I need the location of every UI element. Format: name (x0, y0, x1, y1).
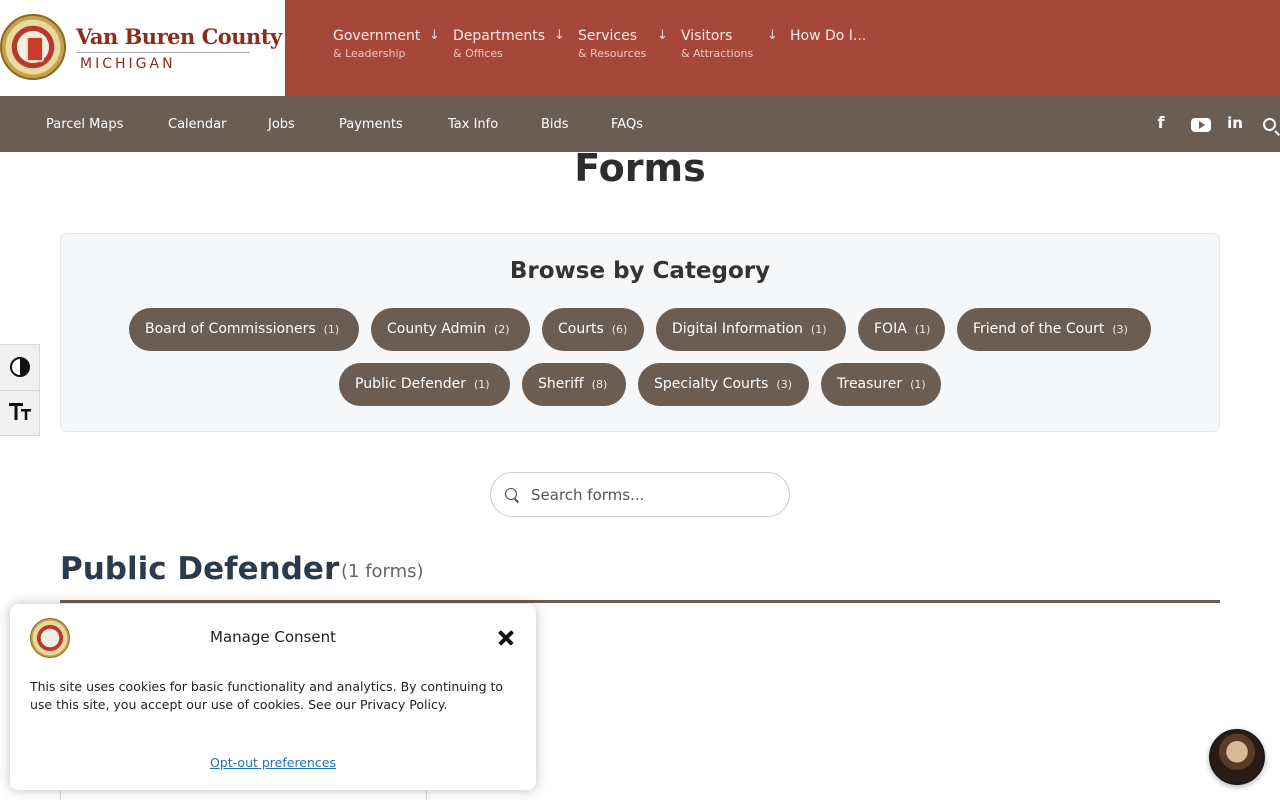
section-count: (1 forms) (341, 561, 424, 582)
category-label: County Admin (387, 321, 486, 337)
chat-avatar-button[interactable] (1209, 729, 1265, 785)
nav-label: How Do I... (790, 28, 867, 44)
logo-divider (76, 52, 250, 53)
youtube-icon[interactable] (1191, 118, 1211, 132)
category-count: (1) (323, 323, 340, 336)
nav-government[interactable]: Government & Leadership (333, 28, 420, 60)
subnav-bids[interactable]: Bids (541, 117, 569, 132)
contrast-toggle-icon[interactable] (10, 357, 30, 377)
accessibility-toolbar (0, 344, 40, 436)
nav-visitors[interactable]: Visitors & Attractions (681, 28, 753, 60)
dropdown-arrow-icon[interactable]: ↓ (554, 28, 565, 43)
close-icon[interactable] (496, 628, 516, 648)
category-count: (3) (776, 378, 793, 391)
category-count: (1) (914, 323, 931, 336)
category-title: Browse by Category (509, 258, 771, 284)
category-count: (6) (611, 323, 628, 336)
dropdown-arrow-icon[interactable]: ↓ (767, 28, 778, 43)
county-seal-icon (0, 14, 66, 80)
linkedin-icon[interactable]: in (1224, 112, 1246, 134)
section-title: Public Defender (60, 551, 340, 587)
opt-out-link[interactable]: Opt-out preferences (10, 755, 536, 770)
category-pill[interactable]: Public Defender (1) (339, 363, 510, 406)
subnav-calendar[interactable]: Calendar (168, 117, 226, 132)
category-pill[interactable]: Treasurer (1) (821, 363, 941, 406)
subnav-faqs[interactable]: FAQs (611, 117, 643, 132)
category-label: Sheriff (538, 376, 584, 392)
category-count: (1) (910, 378, 926, 391)
category-pill[interactable]: FOIA (1) (858, 308, 945, 351)
secondary-nav: Parcel Maps Calendar Jobs Payments Tax I… (0, 96, 1280, 152)
nav-departments[interactable]: Departments & Offices (453, 28, 545, 60)
subnav-jobs[interactable]: Jobs (268, 117, 295, 132)
nav-label: Government (333, 28, 421, 44)
consent-title: Manage Consent (210, 628, 336, 646)
category-pill[interactable]: Specialty Courts (3) (638, 363, 809, 406)
category-label: Digital Information (672, 321, 803, 337)
category-pill[interactable]: Courts (6) (542, 308, 644, 351)
category-count: (3) (1112, 323, 1128, 336)
category-pill[interactable]: County Admin (2) (371, 308, 530, 351)
search-forms-box (490, 472, 790, 517)
toolbar-divider (0, 390, 40, 391)
category-pill[interactable]: Digital Information (1) (656, 308, 846, 351)
consent-message: This site uses cookies for basic functio… (30, 679, 504, 712)
site-header: Van Buren County MICHIGAN Government & L… (0, 0, 1280, 96)
nav-how-do-i[interactable]: How Do I... (790, 28, 866, 44)
logo-link[interactable]: Van Buren County MICHIGAN (0, 0, 285, 96)
dropdown-arrow-icon[interactable]: ↓ (657, 28, 668, 43)
nav-label: Visitors (681, 28, 733, 44)
search-icon[interactable] (1263, 118, 1276, 131)
search-forms-input[interactable] (531, 483, 776, 507)
category-label: Board of Commissioners (145, 321, 316, 337)
facebook-icon[interactable]: f (1150, 112, 1172, 134)
font-size-icon[interactable] (9, 401, 31, 421)
category-pill[interactable]: Sheriff (8) (522, 363, 626, 406)
consent-dialog: Manage Consent This site uses cookies fo… (10, 604, 536, 790)
nav-sublabel: & Attractions (681, 47, 754, 60)
category-count: (1) (810, 323, 827, 336)
nav-services[interactable]: Services & Resources (578, 28, 646, 60)
category-label: Public Defender (355, 376, 466, 392)
category-label: Treasurer (837, 376, 903, 392)
category-label: Specialty Courts (654, 376, 769, 392)
nav-sublabel: & Leadership (333, 47, 406, 60)
page-title: Forms (574, 146, 706, 190)
category-count: (2) (493, 323, 510, 336)
category-count: (1) (473, 378, 490, 391)
subnav-tax-info[interactable]: Tax Info (448, 117, 498, 132)
subnav-payments[interactable]: Payments (339, 117, 403, 132)
nav-label: Departments (453, 28, 546, 44)
nav-sublabel: & Resources (578, 47, 647, 60)
category-count: (8) (591, 378, 608, 391)
nav-sublabel: & Offices (453, 47, 503, 60)
logo-subtitle: MICHIGAN (80, 56, 176, 72)
logo-title: Van Buren County (76, 24, 282, 49)
category-pill[interactable]: Friend of the Court (3) (957, 308, 1151, 351)
dropdown-arrow-icon[interactable]: ↓ (429, 28, 440, 43)
category-label: Courts (558, 321, 604, 337)
subnav-parcel-maps[interactable]: Parcel Maps (46, 117, 123, 132)
section-divider (60, 600, 1220, 603)
search-icon (505, 488, 517, 500)
nav-label: Services (578, 28, 638, 44)
category-pill[interactable]: Board of Commissioners (1) (129, 308, 359, 351)
category-label: Friend of the Court (973, 321, 1105, 337)
category-label: FOIA (874, 321, 907, 337)
